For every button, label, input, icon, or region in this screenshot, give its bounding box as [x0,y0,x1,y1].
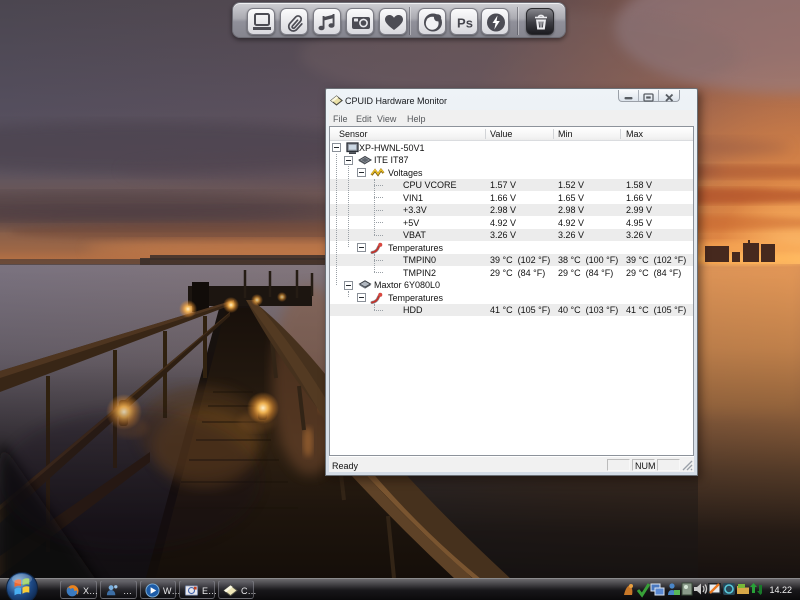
svg-text:Ps: Ps [457,16,473,31]
